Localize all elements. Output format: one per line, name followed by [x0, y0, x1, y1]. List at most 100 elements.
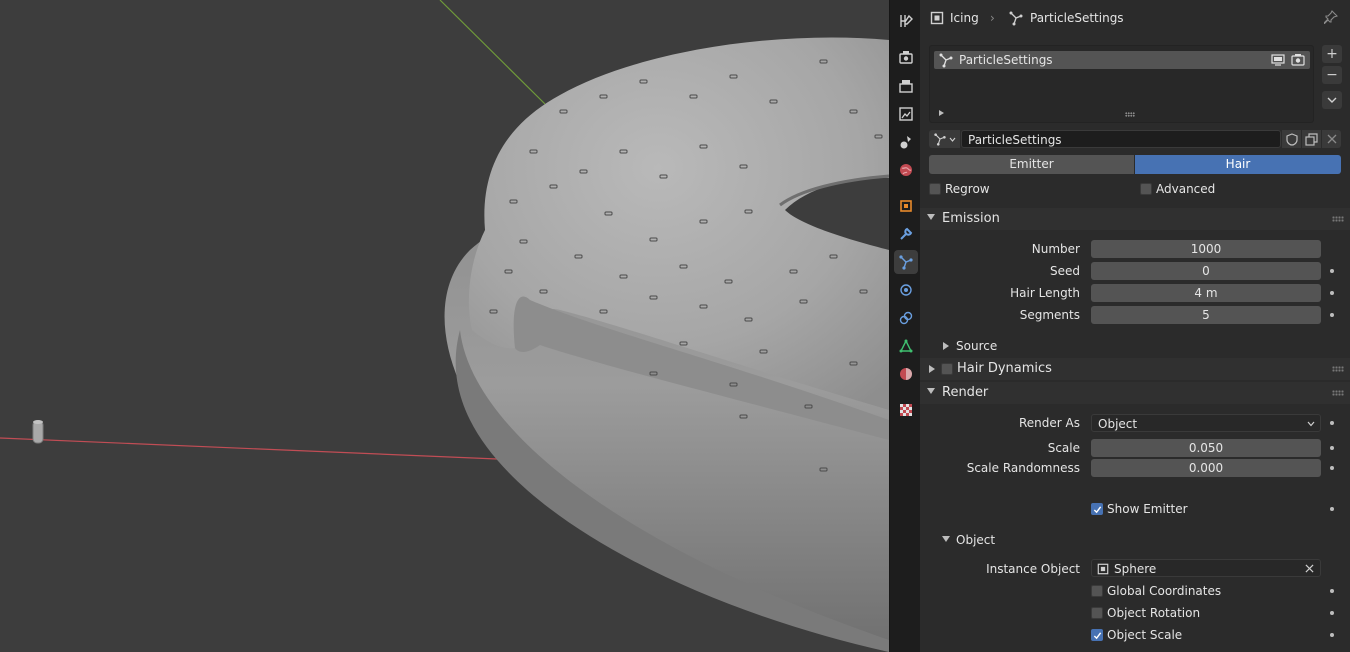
emitter-type-button[interactable]: Emitter — [929, 155, 1134, 174]
texture-tab-icon[interactable] — [894, 398, 918, 422]
drag-handle-icon[interactable] — [1332, 390, 1344, 396]
regrow-checkbox[interactable] — [929, 183, 941, 195]
shield-icon — [1285, 132, 1298, 146]
3d-viewport[interactable] — [0, 0, 889, 652]
chevron-down-icon — [1307, 421, 1315, 427]
viewport-scene — [0, 0, 889, 652]
duplicate-button[interactable] — [1302, 130, 1321, 148]
keyframe-dot-icon[interactable] — [1330, 291, 1334, 295]
keyframe-dot-icon[interactable] — [1330, 589, 1334, 593]
breadcrumb-object[interactable]: Icing — [950, 10, 979, 26]
keyframe-dot-icon[interactable] — [1330, 313, 1334, 317]
hair-label: Hair — [1225, 157, 1251, 171]
breadcrumb-data-name[interactable]: ParticleSettings — [1030, 10, 1124, 26]
render-tab-icon[interactable] — [894, 45, 918, 69]
world-tab-icon[interactable] — [894, 158, 918, 182]
particle-settings-name: ParticleSettings — [968, 133, 1062, 147]
scale-field[interactable]: 0.050 — [1091, 439, 1321, 457]
object-scale-checkbox[interactable] — [1091, 629, 1103, 641]
hair-length-field[interactable]: 4 m — [1091, 284, 1321, 302]
list-item[interactable]: ParticleSettings — [934, 51, 1310, 69]
modifier-tab-icon[interactable] — [894, 222, 918, 246]
data-tab-icon[interactable] — [894, 334, 918, 358]
physics-tab-icon[interactable] — [894, 278, 918, 302]
number-label: Number — [1031, 242, 1080, 256]
global-coordinates-label: Global Coordinates — [1107, 584, 1222, 598]
tool-tab-icon[interactable] — [894, 9, 918, 33]
seed-value: 0 — [1202, 264, 1210, 278]
render-title: Render — [942, 385, 989, 400]
particles-icon — [934, 133, 946, 146]
browse-particle-settings-button[interactable] — [929, 130, 960, 148]
segments-field[interactable]: 5 — [1091, 306, 1321, 324]
object-tab-icon[interactable] — [894, 194, 918, 218]
hair-dynamics-checkbox[interactable] — [941, 363, 953, 375]
scale-value: 0.050 — [1188, 441, 1224, 455]
particle-system-list[interactable]: ParticleSettings — [929, 45, 1314, 123]
list-resize-grip[interactable] — [1125, 112, 1135, 117]
number-field[interactable]: 1000 — [1091, 240, 1321, 258]
output-tab-icon[interactable] — [894, 74, 918, 98]
keyframe-dot-icon[interactable] — [1330, 633, 1334, 637]
keyframe-dot-icon[interactable] — [1330, 611, 1334, 615]
instance-object-label: Instance Object — [986, 562, 1080, 576]
scale-label: Scale — [1047, 441, 1080, 455]
chevron-down-icon — [1327, 97, 1337, 103]
monitor-icon[interactable] — [1271, 54, 1285, 66]
collapse-icon — [942, 536, 950, 542]
properties-tab-strip — [889, 0, 920, 652]
emission-title: Emission — [942, 211, 1000, 226]
breadcrumb-data: ParticleSettings — [1008, 9, 1124, 27]
particles-tab-icon[interactable] — [894, 250, 918, 274]
object-rotation-checkbox[interactable] — [1091, 607, 1103, 619]
clear-icon[interactable] — [1305, 564, 1314, 573]
y-axis-line — [439, 0, 546, 105]
list-item-label: ParticleSettings — [959, 53, 1053, 67]
expand-icon — [929, 365, 935, 373]
keyframe-dot-icon[interactable] — [1330, 269, 1334, 273]
collapse-icon — [927, 214, 935, 220]
source-label[interactable]: Source — [956, 338, 997, 354]
keyframe-dot-icon[interactable] — [1330, 466, 1334, 470]
hair-type-button[interactable]: Hair — [1135, 155, 1341, 174]
object-subpanel-title[interactable]: Object — [956, 532, 995, 548]
seed-field[interactable]: 0 — [1091, 262, 1321, 280]
show-emitter-checkbox[interactable] — [1091, 503, 1103, 515]
instance-object-field[interactable]: Sphere — [1091, 559, 1321, 577]
keyframe-dot-icon[interactable] — [1330, 421, 1334, 425]
unlink-button[interactable] — [1322, 130, 1341, 148]
specials-menu-button[interactable] — [1322, 91, 1342, 109]
particle-settings-name-field[interactable]: ParticleSettings — [961, 130, 1281, 148]
hair-length-value: 4 m — [1194, 286, 1218, 300]
checkmark-icon — [1093, 631, 1101, 639]
drag-handle-icon[interactable] — [1332, 216, 1344, 222]
view-layer-tab-icon[interactable] — [894, 102, 918, 126]
keyframe-dot-icon[interactable] — [1330, 446, 1334, 450]
keyframe-dot-icon[interactable] — [1330, 507, 1334, 511]
scale-randomness-field[interactable]: 0.000 — [1091, 459, 1321, 477]
render-panel-header[interactable]: Render — [920, 382, 1350, 404]
material-tab-icon[interactable] — [894, 362, 918, 386]
drag-handle-icon[interactable] — [1332, 366, 1344, 372]
segments-label: Segments — [1019, 308, 1080, 322]
fake-user-button[interactable] — [1282, 130, 1301, 148]
emission-panel-header[interactable]: Emission — [920, 208, 1350, 230]
constraints-tab-icon[interactable] — [894, 306, 918, 330]
render-as-dropdown[interactable]: Object — [1091, 414, 1321, 432]
advanced-checkbox[interactable] — [1140, 183, 1152, 195]
list-expand-icon[interactable] — [939, 110, 944, 116]
camera-icon[interactable] — [1291, 53, 1305, 66]
add-slot-button[interactable]: + — [1322, 45, 1342, 63]
number-value: 1000 — [1190, 242, 1222, 256]
scene-tab-icon[interactable] — [894, 130, 918, 154]
object-subpanel-toggle[interactable] — [942, 536, 950, 542]
remove-slot-button[interactable]: − — [1322, 66, 1342, 84]
duplicate-icon — [1305, 132, 1318, 146]
render-as-label: Render As — [1019, 416, 1080, 430]
source-subpanel-toggle[interactable] — [943, 342, 949, 350]
expand-icon — [943, 342, 949, 350]
global-coordinates-checkbox[interactable] — [1091, 585, 1103, 597]
hair-dynamics-panel-header[interactable]: Hair Dynamics — [920, 358, 1350, 380]
x-axis-line — [0, 437, 521, 461]
pin-icon[interactable] — [1323, 10, 1339, 27]
